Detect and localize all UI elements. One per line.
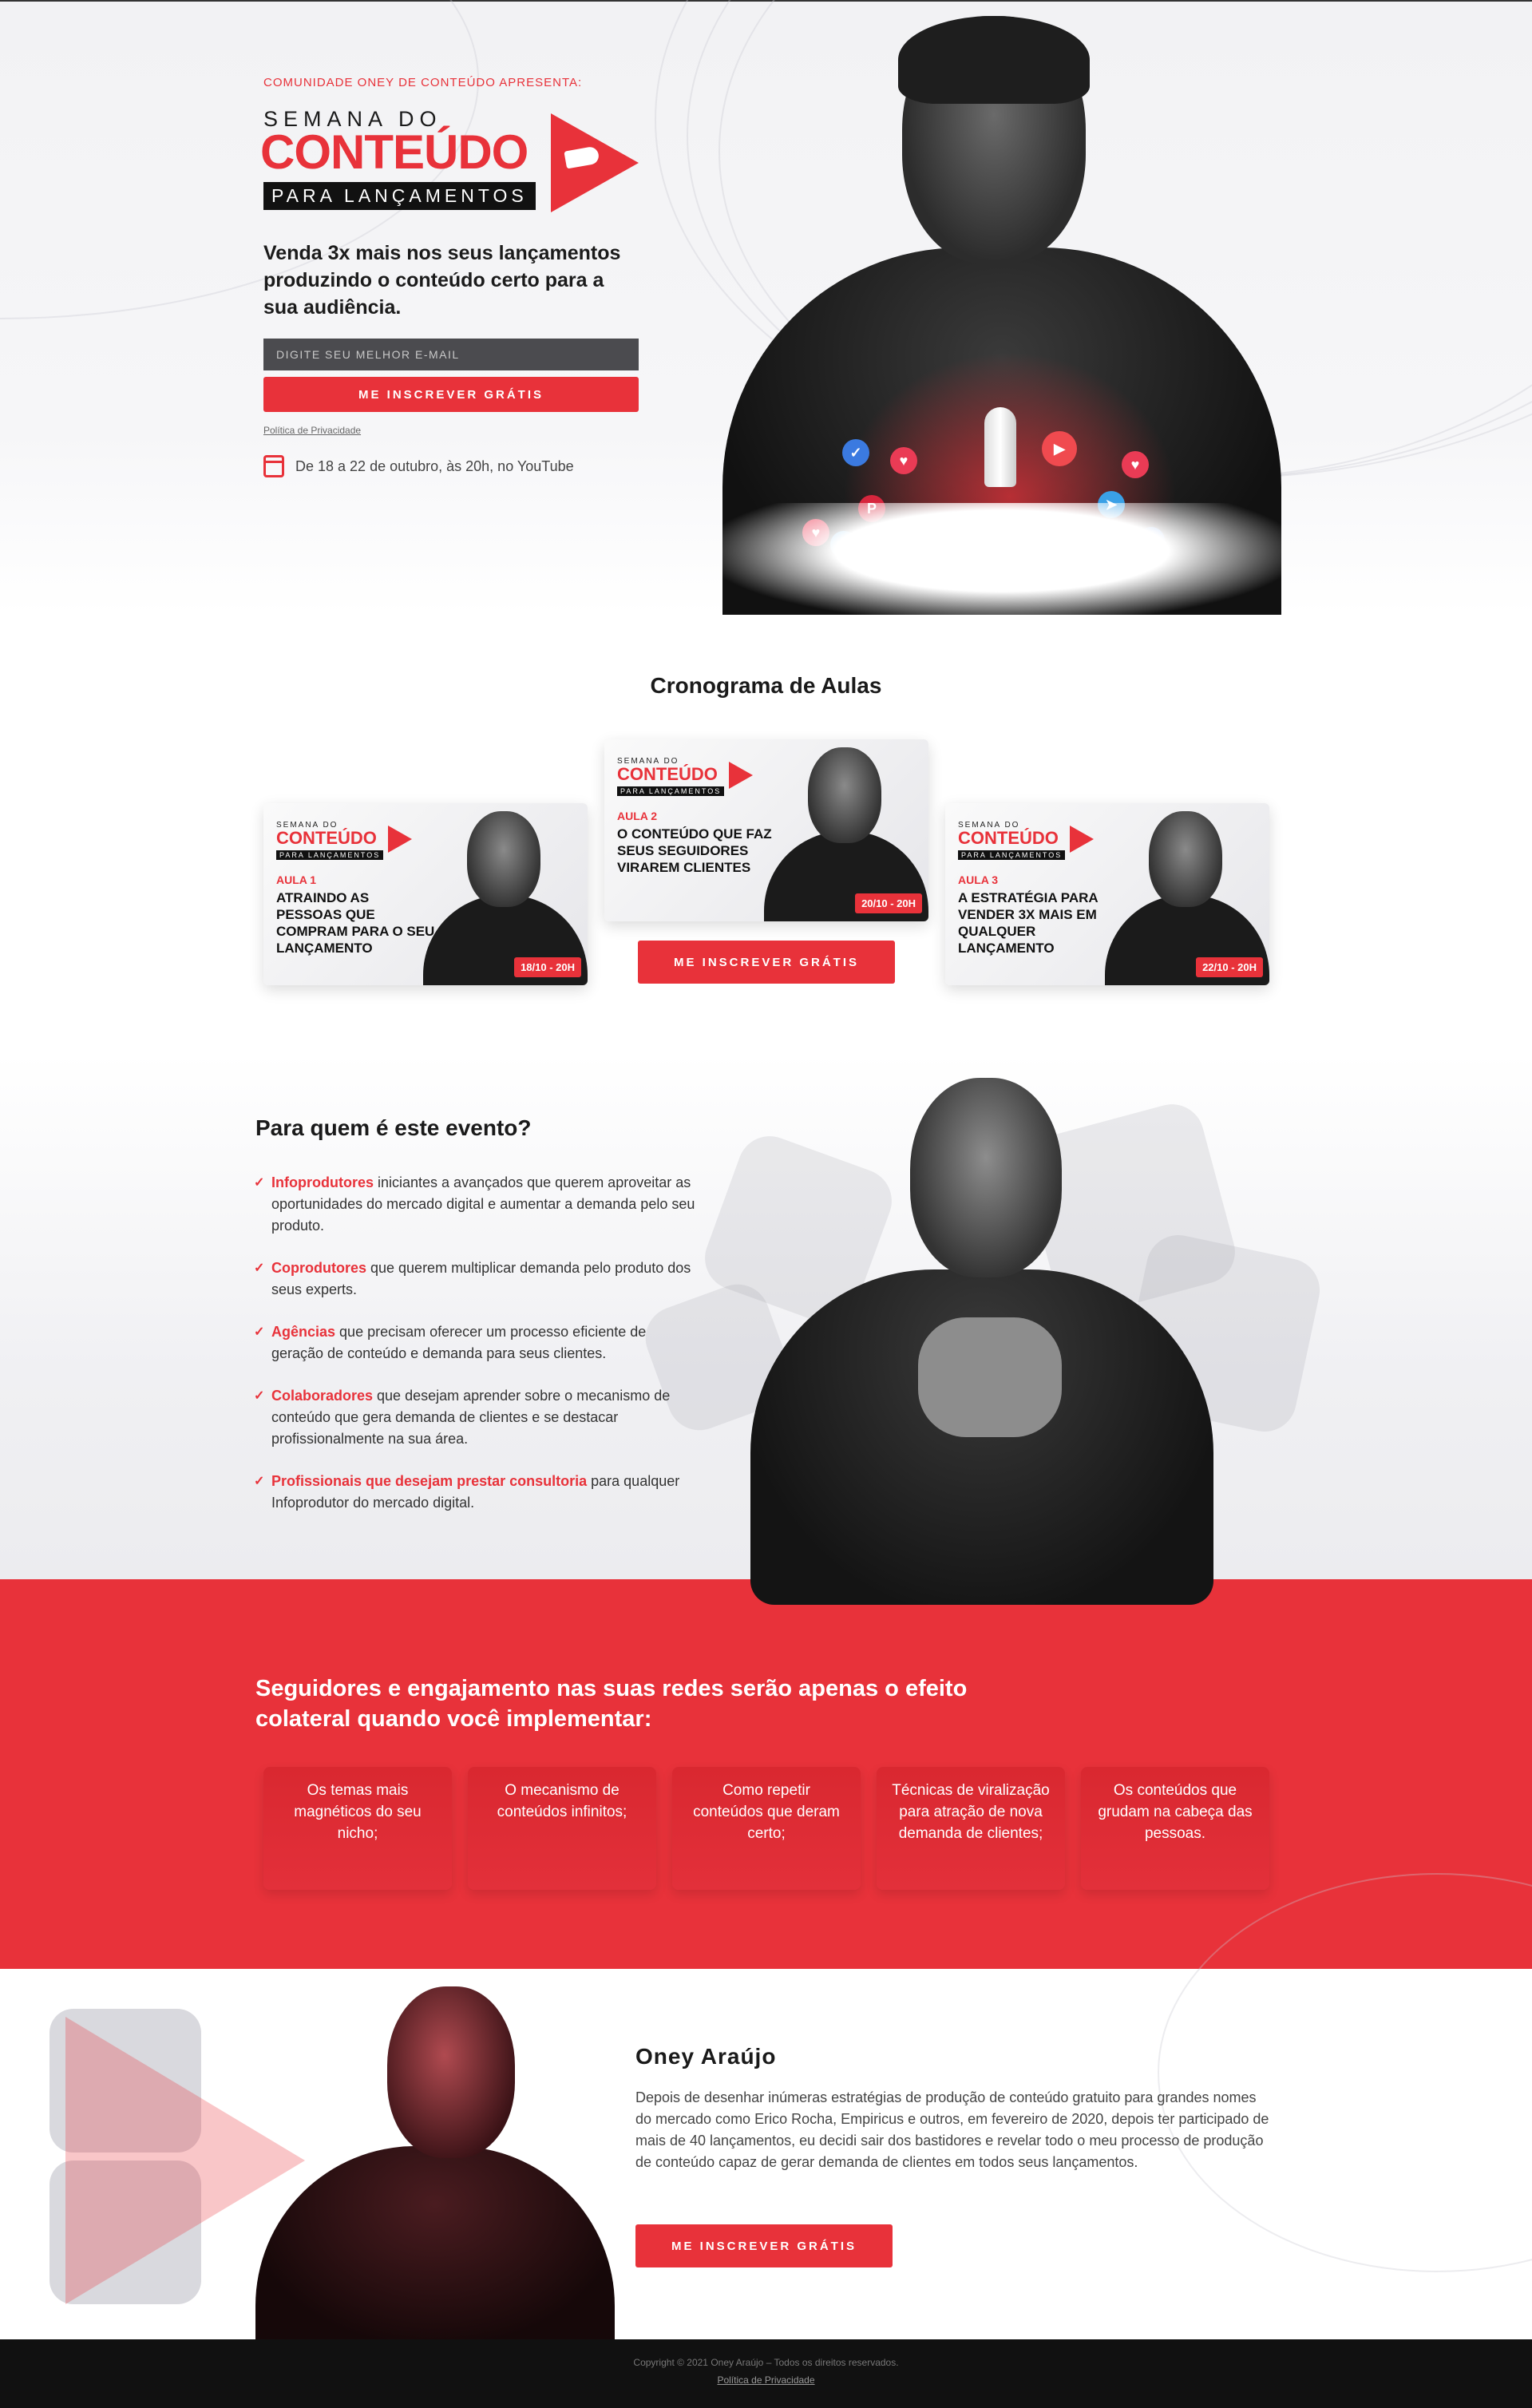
footer: Copyright © 2021 Oney Araújo – Todos os … xyxy=(0,2339,1532,2408)
check-icon: ✓ xyxy=(254,1176,265,1190)
check-icon: ✓ xyxy=(254,1389,265,1403)
class-title: O CONTEÚDO QUE FAZ SEUS SEGUIDORES VIRAR… xyxy=(617,826,772,875)
host-photo-microphone xyxy=(255,1986,615,2339)
privacy-policy-link[interactable]: Política de Privacidade xyxy=(263,425,361,436)
host-photo: ✓ ♥ P ▶ ♥ ➤ ♥ t ◎ ♪ t ✓ xyxy=(707,16,1297,615)
hero-headline: Venda 3x mais nos seus lançamentos produ… xyxy=(263,242,621,319)
play-icon xyxy=(388,826,412,853)
audience-highlight: Coprodutores xyxy=(271,1260,366,1276)
landing-page: COMUNIDADE ONEY DE CONTEÚDO APRESENTA: S… xyxy=(0,0,1532,2408)
class-date-badge: 20/10 - 20H xyxy=(855,893,922,913)
event-logo: SEMANA DO CONTEÚDO PARA LANÇAMENTOS xyxy=(260,107,639,227)
hero-section: COMUNIDADE ONEY DE CONTEÚDO APRESENTA: S… xyxy=(0,0,1532,615)
audience-list: ✓ Infoprodutores iniciantes a avançados … xyxy=(254,1172,701,1535)
audience-highlight: Profissionais que desejam prestar consul… xyxy=(271,1473,588,1489)
benefit-card: Os temas mais magnéticos do seu nicho; xyxy=(263,1767,452,1890)
footer-privacy-link[interactable]: Política de Privacidade xyxy=(717,2374,814,2386)
email-input[interactable] xyxy=(263,339,639,370)
logo-line-3: PARA LANÇAMENTOS xyxy=(263,182,536,210)
host-photo-arms-crossed xyxy=(734,1078,1229,1621)
host-name: Oney Araújo xyxy=(635,2044,777,2069)
benefit-card: Os conteúdos que grudam na cabeça das pe… xyxy=(1081,1767,1269,1890)
play-icon xyxy=(1070,826,1094,853)
logo-line-2: CONTEÚDO xyxy=(260,125,528,179)
class-title: ATRAINDO AS PESSOAS QUE COMPRAM PARA O S… xyxy=(276,890,435,956)
card-logo-line-3: PARA LANÇAMENTOS xyxy=(617,786,725,796)
audience-item: ✓ Coprodutores que querem multiplicar de… xyxy=(254,1257,701,1301)
schedule-title: Cronograma de Aulas xyxy=(650,673,882,698)
check-icon: ✓ xyxy=(254,1261,265,1275)
calendar-icon xyxy=(263,455,284,477)
hero-content: COMUNIDADE ONEY DE CONTEÚDO APRESENTA: S… xyxy=(260,76,639,477)
benefit-card: O mecanismo de conteúdos infinitos; xyxy=(468,1767,656,1890)
benefit-card: Técnicas de viralização para atração de … xyxy=(877,1767,1065,1890)
event-date: De 18 a 22 de outubro, às 20h, no YouTub… xyxy=(263,455,639,477)
class-card-3[interactable]: SEMANA DO CONTEÚDO PARA LANÇAMENTOS AULA… xyxy=(945,803,1269,985)
card-logo: SEMANA DO CONTEÚDO PARA LANÇAMENTOS xyxy=(958,821,1102,861)
class-card-2[interactable]: SEMANA DO CONTEÚDO PARA LANÇAMENTOS AULA… xyxy=(604,739,928,921)
play-icon xyxy=(729,762,753,789)
class-label: AULA 1 xyxy=(276,873,317,886)
card-logo: SEMANA DO CONTEÚDO PARA LANÇAMENTOS xyxy=(617,757,761,797)
check-icon: ✓ xyxy=(254,1325,265,1339)
card-logo-line-3: PARA LANÇAMENTOS xyxy=(276,850,384,860)
rocket-launch-icon xyxy=(984,407,1016,487)
bio-subscribe-button[interactable]: ME INSCREVER GRÁTIS xyxy=(635,2224,893,2267)
audience-title: Para quem é este evento? xyxy=(255,1115,532,1140)
play-icon: ▶ xyxy=(1042,431,1077,466)
card-logo-line-3: PARA LANÇAMENTOS xyxy=(958,850,1066,860)
class-date-badge: 22/10 - 20H xyxy=(1196,957,1263,977)
audience-item: ✓ Infoprodutores iniciantes a avançados … xyxy=(254,1172,701,1237)
check-icon: ✓ xyxy=(254,1475,265,1488)
audience-highlight: Agências xyxy=(271,1324,336,1340)
card-logo: SEMANA DO CONTEÚDO PARA LANÇAMENTOS xyxy=(276,821,420,861)
class-date-badge: 18/10 - 20H xyxy=(514,957,581,977)
schedule-subscribe-button[interactable]: ME INSCREVER GRÁTIS xyxy=(638,941,895,984)
class-label: AULA 2 xyxy=(617,810,658,822)
class-card-1[interactable]: SEMANA DO CONTEÚDO PARA LANÇAMENTOS AULA… xyxy=(263,803,588,985)
hero-eyebrow: COMUNIDADE ONEY DE CONTEÚDO APRESENTA: xyxy=(263,76,583,89)
host-hair xyxy=(898,16,1090,104)
class-label: AULA 3 xyxy=(958,873,999,886)
benefit-card: Como repetir conteúdos que deram certo; xyxy=(672,1767,861,1890)
audience-item: ✓ Profissionais que desejam prestar cons… xyxy=(254,1471,701,1514)
copyright: Copyright © 2021 Oney Araújo – Todos os … xyxy=(633,2357,899,2368)
heart-icon: ♥ xyxy=(1122,451,1149,478)
like-icon: ✓ xyxy=(842,439,869,466)
benefits-title: Seguidores e engajamento nas suas redes … xyxy=(255,1676,968,1732)
audience-highlight: Infoprodutores xyxy=(271,1174,374,1190)
subscribe-button[interactable]: ME INSCREVER GRÁTIS xyxy=(263,377,639,412)
audience-highlight: Colaboradores xyxy=(271,1388,374,1404)
heart-icon: ♥ xyxy=(890,447,917,474)
event-date-text: De 18 a 22 de outubro, às 20h, no YouTub… xyxy=(295,457,574,474)
audience-item: ✓ Colaboradores que desejam aprender sob… xyxy=(254,1385,701,1450)
host-bio: Depois de desenhar inúmeras estratégias … xyxy=(635,2089,1269,2170)
class-title: A ESTRATÉGIA PARA VENDER 3X MAIS EM QUAL… xyxy=(958,890,1099,956)
audience-item: ✓ Agências que precisam oferecer um proc… xyxy=(254,1321,701,1364)
smoke-cloud xyxy=(707,503,1297,615)
